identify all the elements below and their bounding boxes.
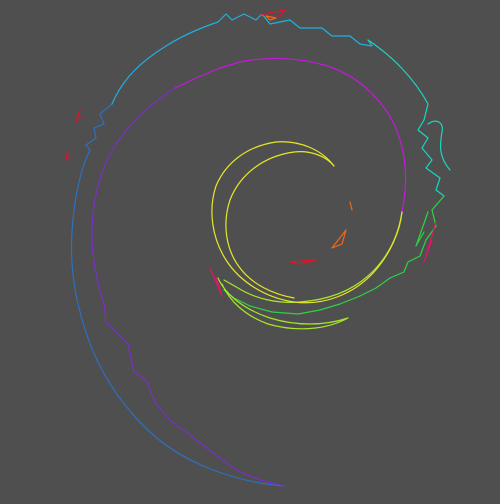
debian-swirl-drawing	[0, 0, 500, 500]
background-rect	[0, 0, 500, 500]
canvas	[0, 0, 500, 500]
